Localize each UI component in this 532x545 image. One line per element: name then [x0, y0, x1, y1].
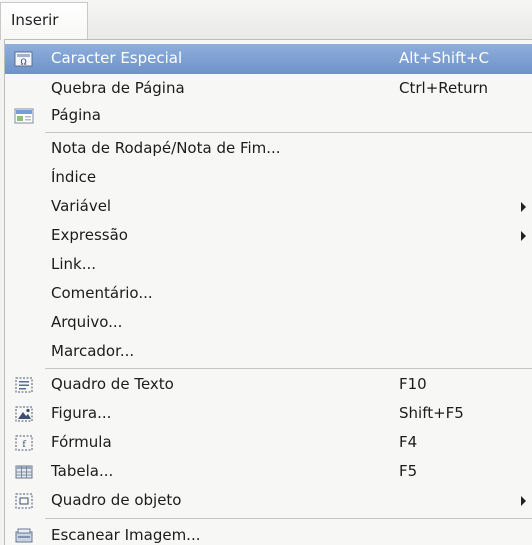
menu-inserir-label: Inserir [11, 11, 59, 29]
formula-icon: f [13, 434, 35, 452]
menu-item-special-character[interactable]: Ω Caracter Especial Alt+Shift+C [5, 44, 532, 74]
menu-item-label: Fórmula [51, 433, 112, 451]
menu-item-label: Comentário... [51, 284, 153, 302]
menu-item-comment[interactable]: Comentário... [5, 279, 532, 309]
menu-item-index[interactable]: Índice [5, 163, 532, 193]
menu-item-label: Link... [51, 255, 97, 273]
menu-item-label: Variável [51, 197, 112, 215]
menu-item-label: Expressão [51, 226, 128, 244]
menu-separator [45, 518, 532, 519]
menu-item-shortcut: Alt+Shift+C [399, 49, 490, 67]
menu-inserir[interactable]: Inserir [0, 2, 88, 40]
menu-item-bookmark[interactable]: Marcador... [5, 337, 532, 367]
submenu-arrow-icon [521, 231, 526, 241]
page-icon [13, 107, 35, 125]
image-icon [13, 405, 35, 423]
menu-item-variable[interactable]: Variável [5, 192, 532, 222]
svg-text:Ω: Ω [20, 58, 26, 67]
menu-item-label: Índice [51, 168, 97, 186]
menu-item-object-frame[interactable]: Quadro de objeto [5, 486, 532, 516]
menu-item-page-break[interactable]: Quebra de Página Ctrl+Return [5, 74, 532, 104]
menu-item-shortcut: F10 [399, 375, 427, 393]
special-character-icon: Ω [13, 50, 35, 68]
menu-item-shortcut: F4 [399, 433, 418, 451]
object-frame-icon [13, 492, 35, 510]
menu-item-label: Página [51, 106, 101, 124]
menu-item-link[interactable]: Link... [5, 250, 532, 280]
text-frame-icon [13, 376, 35, 394]
menu-item-shortcut: F5 [399, 462, 418, 480]
menu-item-formula[interactable]: f Fórmula F4 [5, 428, 532, 458]
menu-item-page[interactable]: Página [5, 101, 532, 131]
inserir-dropdown-menu: Ω Caracter Especial Alt+Shift+C Quebra d… [4, 39, 532, 545]
menu-item-scan-image[interactable]: Escanear Imagem... [5, 521, 532, 545]
menu-item-file[interactable]: Arquivo... [5, 308, 532, 338]
menu-item-label: Marcador... [51, 342, 135, 360]
menu-item-label: Figura... [51, 404, 112, 422]
table-icon [13, 463, 35, 481]
menu-item-label: Arquivo... [51, 313, 123, 331]
menu-bar: Inserir [0, 0, 532, 40]
menu-item-image[interactable]: Figura... Shift+F5 [5, 399, 532, 429]
menu-item-label: Quebra de Página [51, 79, 185, 97]
menu-item-label: Escanear Imagem... [51, 526, 201, 544]
submenu-arrow-icon [521, 202, 526, 212]
menu-item-expression[interactable]: Expressão [5, 221, 532, 251]
submenu-arrow-icon [521, 496, 526, 506]
menu-separator [45, 132, 532, 133]
menu-item-text-frame[interactable]: Quadro de Texto F10 [5, 370, 532, 400]
menu-item-label: Quadro de objeto [51, 491, 182, 509]
svg-text:f: f [22, 440, 26, 450]
menu-item-table[interactable]: Tabela... F5 [5, 457, 532, 487]
menu-item-label: Nota de Rodapé/Nota de Fim... [51, 139, 281, 157]
menu-item-label: Quadro de Texto [51, 375, 174, 393]
menu-item-footnote-endnote[interactable]: Nota de Rodapé/Nota de Fim... [5, 134, 532, 164]
menu-item-label: Caracter Especial [51, 49, 183, 67]
menu-item-label: Tabela... [51, 462, 114, 480]
scanner-icon [13, 527, 35, 545]
menu-separator [45, 368, 532, 369]
menu-item-shortcut: Ctrl+Return [399, 79, 489, 97]
menu-item-shortcut: Shift+F5 [399, 404, 464, 422]
